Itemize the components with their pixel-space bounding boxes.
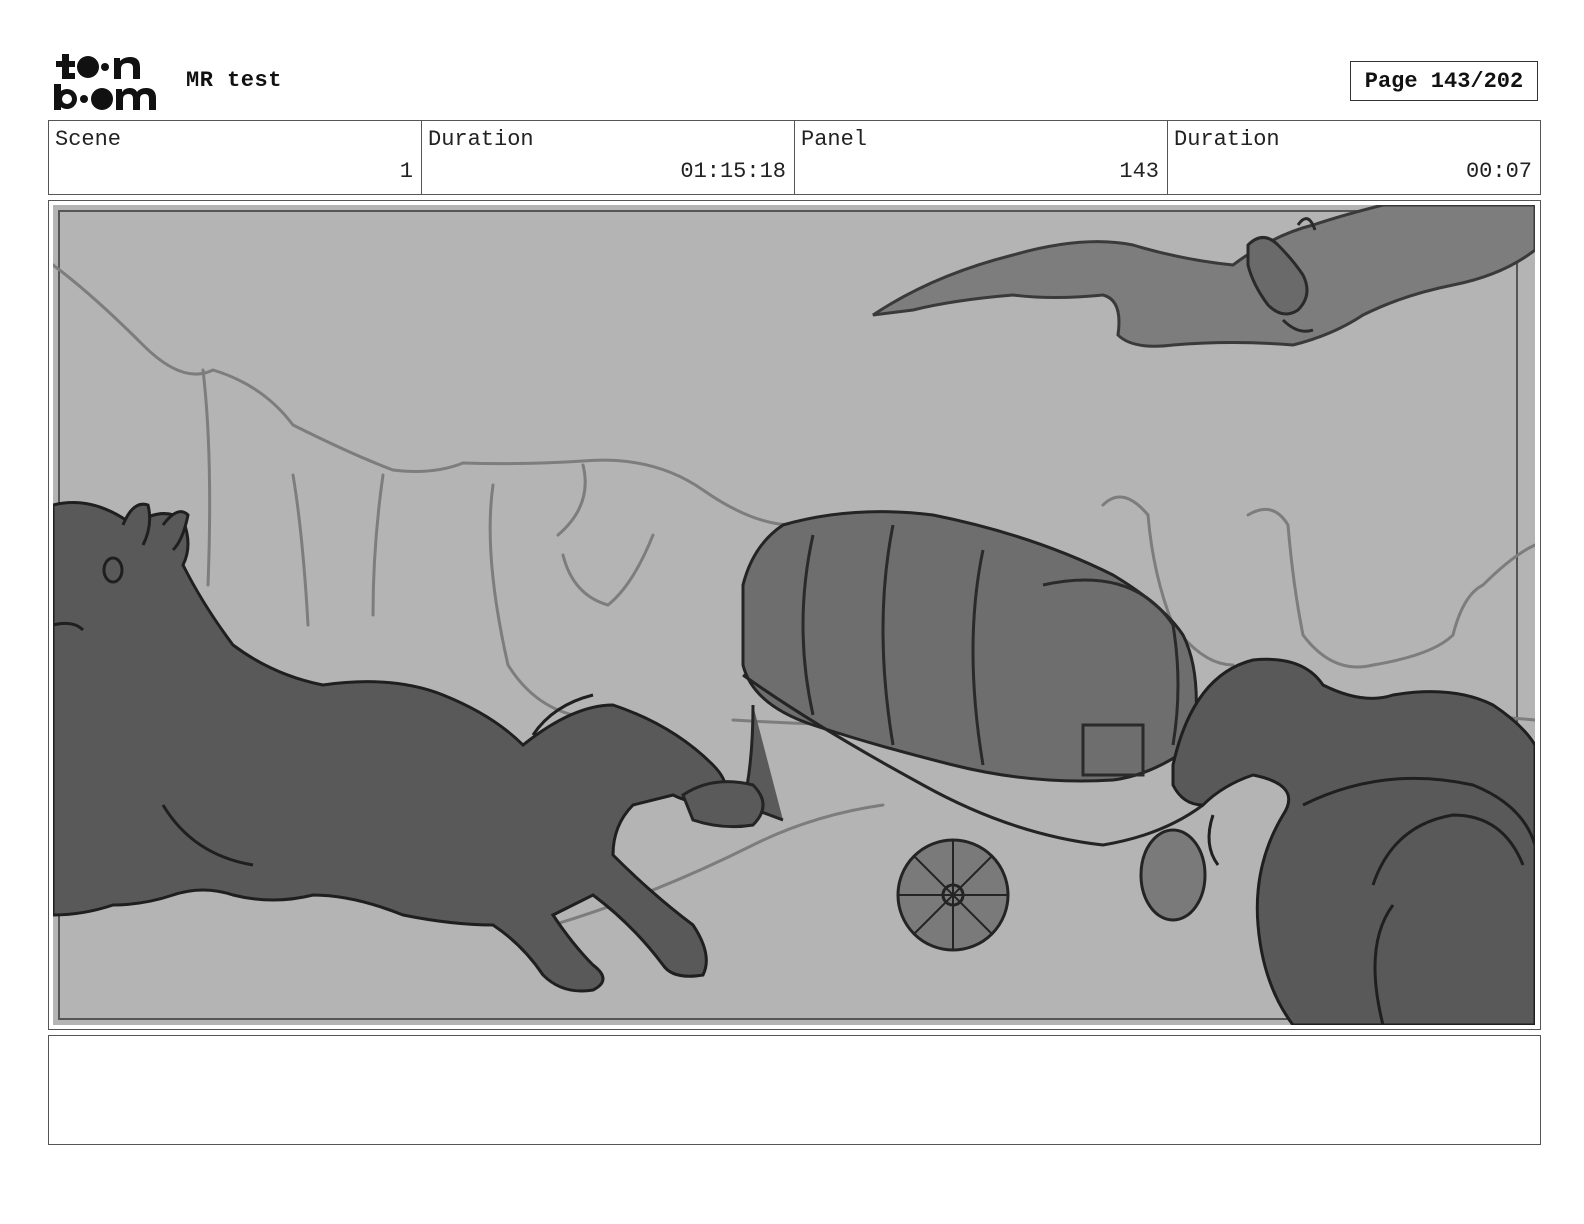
- scene-duration-value: 01:15:18: [680, 159, 786, 184]
- storyboard-panel-image: [53, 205, 1535, 1025]
- scene-duration-label: Duration: [428, 127, 534, 152]
- panel-notes: [48, 1035, 1541, 1145]
- scene-cell: Scene 1: [49, 121, 422, 194]
- scene-label: Scene: [55, 127, 122, 152]
- scene-value: 1: [399, 159, 413, 184]
- scene-duration-cell: Duration 01:15:18: [422, 121, 795, 194]
- storyboard-panel-frame: [48, 200, 1541, 1030]
- panel-value: 143: [1119, 159, 1159, 184]
- panel-cell: Panel 143: [795, 121, 1168, 194]
- panel-duration-cell: Duration 00:07: [1168, 121, 1540, 194]
- toonboom-logo-icon: [54, 54, 156, 110]
- page-indicator-label: Page 143/202: [1364, 68, 1524, 94]
- page-indicator: Page 143/202: [1350, 61, 1538, 101]
- toonboom-logo: [52, 52, 164, 112]
- panel-duration-label: Duration: [1174, 127, 1280, 152]
- panel-info-table: Scene 1 Duration 01:15:18 Panel 143 Dura…: [48, 120, 1541, 195]
- document-title: MR test: [186, 68, 282, 93]
- panel-label: Panel: [801, 127, 868, 152]
- panel-duration-value: 00:07: [1465, 159, 1532, 184]
